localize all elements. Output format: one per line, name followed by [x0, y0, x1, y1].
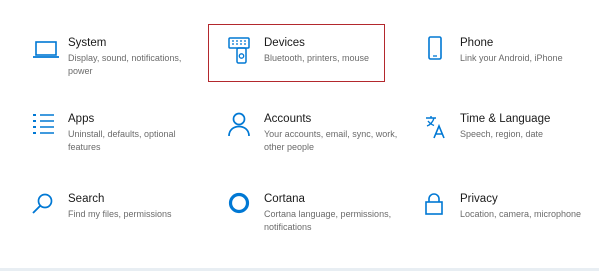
tile-description: Location, camera, microphone [460, 209, 582, 219]
tile-devices[interactable]: Devices Bluetooth, printers, mouse [226, 36, 411, 96]
tile-privacy[interactable]: Privacy Location, camera, microphone [422, 192, 599, 252]
search-icon [30, 192, 66, 228]
tile-description: Link your Android, iPhone [460, 53, 563, 63]
tile-description: Your accounts, email, sync, work, other … [264, 129, 398, 152]
tile-cortana[interactable]: Cortana Cortana language, permissions, n… [226, 192, 411, 252]
tile-phone[interactable]: Phone Link your Android, iPhone [422, 36, 599, 96]
tile-title: Cortana [264, 193, 305, 205]
tile-title: Time & Language [460, 113, 551, 125]
tile-time-language[interactable]: Time & Language Speech, region, date [422, 112, 599, 172]
tile-title: Search [68, 193, 105, 205]
person-icon [226, 112, 262, 148]
tile-apps[interactable]: Apps Uninstall, defaults, optional featu… [30, 112, 215, 172]
tile-description: Uninstall, defaults, optional features [68, 129, 176, 152]
lock-icon [422, 192, 458, 228]
tile-description: Bluetooth, printers, mouse [264, 53, 370, 63]
tile-description: Speech, region, date [460, 129, 544, 139]
time-language-icon [422, 112, 458, 148]
tile-search[interactable]: Search Find my files, permissions [30, 192, 215, 252]
tile-title: Privacy [460, 193, 498, 205]
apps-list-icon [30, 112, 66, 148]
tile-system[interactable]: System Display, sound, notifications, po… [30, 36, 215, 96]
devices-icon [226, 36, 262, 72]
tile-accounts[interactable]: Accounts Your accounts, email, sync, wor… [226, 112, 411, 172]
tile-title: System [68, 37, 107, 49]
tile-description: Cortana language, permissions, notificat… [264, 209, 392, 232]
laptop-icon [30, 36, 66, 72]
tile-title: Phone [460, 37, 494, 49]
cortana-icon [226, 192, 262, 228]
phone-icon [422, 36, 458, 72]
tile-title: Devices [264, 37, 305, 49]
tile-title: Apps [68, 113, 95, 125]
tile-description: Find my files, permissions [68, 209, 172, 219]
tile-title: Accounts [264, 113, 312, 125]
tile-description: Display, sound, notifications, power [68, 53, 182, 76]
